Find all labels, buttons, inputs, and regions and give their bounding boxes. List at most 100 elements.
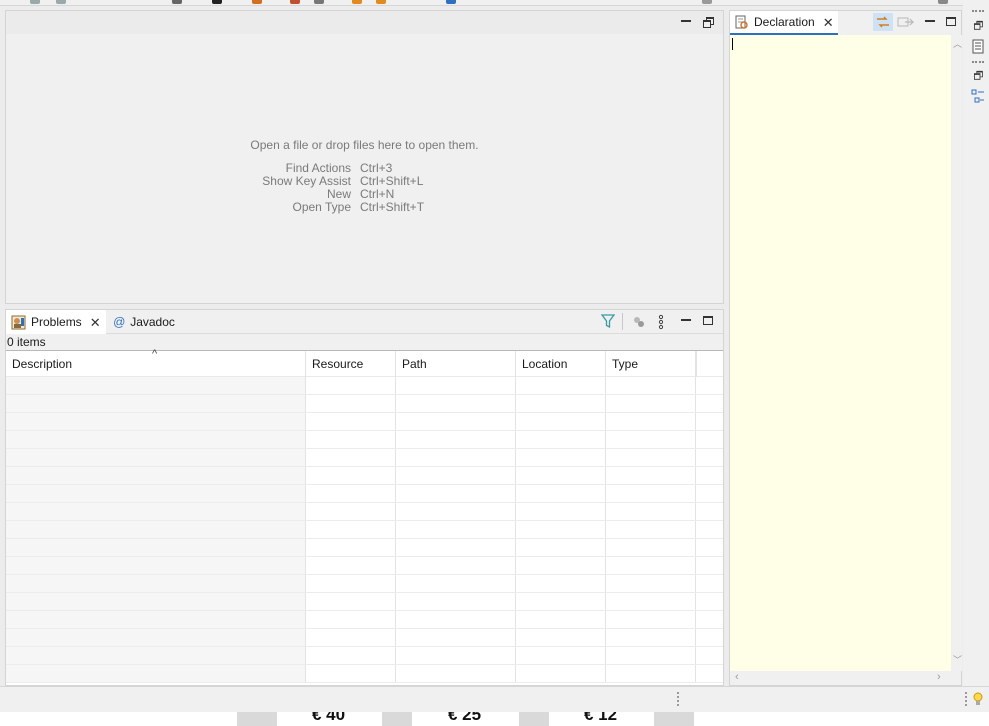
minimize-icon[interactable] [681,20,691,22]
tab-label: Problems [31,315,82,329]
table-cell [6,593,306,610]
minimize-icon[interactable] [681,319,691,321]
editor-area[interactable]: Open a file or drop files here to open t… [5,10,724,304]
tab-javadoc[interactable]: @ Javadoc [109,310,189,334]
table-cell [6,611,306,628]
table-row[interactable] [6,611,723,629]
table-cell [606,593,696,610]
table-row[interactable] [6,503,723,521]
table-cell [606,647,696,664]
table-row[interactable] [6,593,723,611]
table-row[interactable] [6,647,723,665]
toolbar-icon[interactable] [252,0,262,4]
table-cell [6,485,306,502]
scroll-up-icon[interactable]: ︿ [953,37,962,50]
table-cell [696,575,723,592]
table-row[interactable] [6,557,723,575]
open-input-icon[interactable] [897,15,915,29]
table-cell [306,647,396,664]
table-cell [606,449,696,466]
price-label: € 40 [312,712,346,724]
toolbar-icon[interactable] [352,0,362,4]
drag-handle-icon[interactable] [972,61,984,63]
table-row[interactable] [6,665,723,683]
maximize-icon[interactable] [703,316,713,325]
table-cell [6,431,306,448]
scroll-right-icon[interactable]: › [937,671,941,683]
filter-icon[interactable] [601,314,615,329]
outline-doc-icon[interactable] [971,39,985,54]
group-by-icon[interactable] [632,315,646,329]
drag-handle-icon[interactable] [972,10,984,12]
toolbar-icon[interactable] [212,0,222,4]
column-header-location[interactable]: Location [516,351,606,377]
toolbar-icon[interactable] [376,0,386,4]
table-row[interactable] [6,521,723,539]
toolbar-icon[interactable] [702,0,712,4]
table-row[interactable] [6,413,723,431]
toolbar-icon[interactable] [56,0,66,4]
table-cell [696,449,723,466]
toolbar-icon[interactable] [314,0,324,4]
table-cell [516,395,606,412]
table-cell [396,629,516,646]
table-row[interactable] [6,467,723,485]
close-icon[interactable]: ✕ [823,16,834,29]
table-cell [396,377,516,394]
declaration-content[interactable] [730,35,951,671]
table-row[interactable] [6,575,723,593]
maximize-icon[interactable] [946,17,956,26]
table-cell [306,395,396,412]
table-row[interactable] [6,431,723,449]
toolbar-separator [622,313,623,330]
lightbulb-icon[interactable] [973,691,983,707]
view-menu-icon[interactable] [658,314,664,330]
table-row[interactable] [6,395,723,413]
table-cell [396,575,516,592]
restore-icon[interactable] [974,70,983,80]
table-body [6,377,723,683]
table-cell [696,485,723,502]
declaration-view: Declaration ✕ ︿ ﹀ ‹ › [729,10,962,686]
column-header-type[interactable]: Type [606,351,696,377]
price-label: € 12 [584,712,618,724]
table-cell [516,575,606,592]
table-cell [306,431,396,448]
table-row[interactable] [6,449,723,467]
table-row[interactable] [6,485,723,503]
table-row[interactable] [6,629,723,647]
shortcut-name[interactable]: Show Key Assist [6,175,360,188]
table-row[interactable] [6,539,723,557]
restore-icon[interactable] [974,20,983,30]
vertical-scrollbar[interactable]: ︿ ﹀ [951,35,962,671]
tab-declaration[interactable]: Declaration ✕ [730,11,838,35]
table-cell [6,467,306,484]
table-cell [6,539,306,556]
table-cell [306,593,396,610]
tab-problems[interactable]: Problems ✕ [6,310,106,334]
table-cell [696,647,723,664]
toolbar-icon[interactable] [446,0,456,4]
table-cell [606,665,696,682]
outline-view-icon[interactable] [971,89,985,104]
toolbar-icon[interactable] [30,0,40,4]
table-cell [606,467,696,484]
column-header-resource[interactable]: Resource [306,351,396,377]
toolbar-icon[interactable] [290,0,300,4]
table-cell [396,503,516,520]
horizontal-scrollbar[interactable]: ‹ › [730,671,951,685]
problems-table[interactable]: ^ Description Resource Path Location Typ… [6,348,723,683]
table-cell [6,413,306,430]
minimize-icon[interactable] [925,20,935,22]
table-cell [696,593,723,610]
table-row[interactable] [6,377,723,395]
scroll-down-icon[interactable]: ﹀ [953,653,962,666]
close-icon[interactable]: ✕ [90,316,101,329]
column-header-path[interactable]: Path [396,351,516,377]
link-with-editor-icon[interactable] [873,13,893,31]
restore-icon[interactable] [703,17,714,28]
toolbar-icon[interactable] [938,0,948,4]
scroll-left-icon[interactable]: ‹ [735,671,739,683]
toolbar-icon[interactable] [172,0,182,4]
shortcut-name[interactable]: Open Type [6,201,360,214]
